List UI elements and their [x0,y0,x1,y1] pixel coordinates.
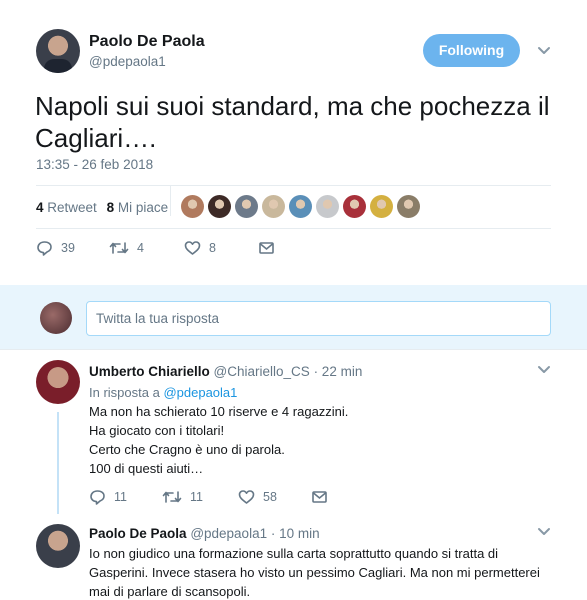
likers-avatars [181,195,420,218]
liker-avatar[interactable] [343,195,366,218]
like-button[interactable]: 58 [238,489,277,505]
direct-message-button[interactable] [311,489,328,505]
reply-time[interactable]: · 10 min [271,526,320,541]
reply-time[interactable]: · 22 min [314,364,363,379]
divider [36,185,551,186]
reply-text-line: mai di parlare di scansopoli. [89,584,251,599]
divider [36,228,551,229]
reply-button[interactable]: 39 [36,240,75,256]
reply-icon [90,490,105,505]
reply-text-line: Certo che Cragno è uno di parola. [89,442,285,457]
reply-text-line: Gasperini. Invece stasera ho visto un pe… [89,565,540,580]
tweet-timestamp[interactable]: 13:35 - 26 feb 2018 [36,157,153,172]
envelope-icon [312,491,327,503]
liker-avatar[interactable] [262,195,285,218]
reply-icon [37,241,52,256]
chevron-down-icon[interactable] [537,527,551,537]
reply-avatar[interactable] [36,524,80,568]
liker-avatar[interactable] [289,195,312,218]
heart-icon [184,241,201,255]
likes-stat[interactable]: 8 Mi piace [107,200,169,215]
liker-avatar[interactable] [181,195,204,218]
reply-input[interactable]: Twitta la tua risposta [86,301,551,336]
reply-text-line: Ha giocato con i titolari! [89,423,225,438]
envelope-icon [259,242,274,254]
author-handle[interactable]: @pdepaola1 [89,54,166,69]
liker-avatar[interactable] [235,195,258,218]
reply-handle[interactable]: @pdepaola1 [190,526,267,541]
author-avatar[interactable] [36,29,80,73]
reply-author[interactable]: Paolo De Paola @pdepaola1 · 10 min [89,526,320,541]
retweet-stat[interactable]: 4 Retweet [36,200,97,215]
tweet-stats: 4 Retweet 8 Mi piace [36,200,168,215]
liker-avatar[interactable] [208,195,231,218]
chevron-down-icon[interactable] [537,46,551,56]
retweet-button[interactable]: 4 [109,240,144,256]
reply-author[interactable]: Umberto Chiariello @Chiariello_CS · 22 m… [89,364,362,379]
liker-avatar[interactable] [316,195,339,218]
reply-text-line: Ma non ha schierato 10 riserve e 4 ragaz… [89,404,349,419]
in-reply-to: In risposta a @pdepaola1 [89,385,238,400]
reply-avatar[interactable] [36,360,80,404]
current-user-avatar [40,302,72,334]
chevron-down-icon[interactable] [537,365,551,375]
direct-message-button[interactable] [258,240,275,256]
reply-text-line: 100 di questi aiuti… [89,461,204,476]
reply-button[interactable]: 11 [89,489,127,505]
thread-connector [57,412,59,514]
in-reply-to-link[interactable]: @pdepaola1 [163,385,237,400]
following-button[interactable]: Following [423,34,520,67]
main-tweet: Paolo De Paola @pdepaola1 Following Napo… [0,0,587,282]
reply-actions: 11 11 58 [89,489,349,509]
tweet-text: Napoli sui suoi standard, ma che pochezz… [35,91,550,153]
liker-avatar[interactable] [370,195,393,218]
divider [170,186,171,216]
reply-text-line: Io non giudico una formazione sulla cart… [89,546,499,561]
retweet-button[interactable]: 11 [162,489,203,505]
like-button[interactable]: 8 [184,240,216,256]
author-name[interactable]: Paolo De Paola [89,33,205,51]
reply-handle[interactable]: @Chiariello_CS [214,364,310,379]
tweet-actions: 39 4 8 [36,240,296,260]
heart-icon [238,490,255,504]
retweet-icon [109,242,129,254]
liker-avatar[interactable] [397,195,420,218]
retweet-icon [162,491,182,503]
divider [0,349,587,350]
